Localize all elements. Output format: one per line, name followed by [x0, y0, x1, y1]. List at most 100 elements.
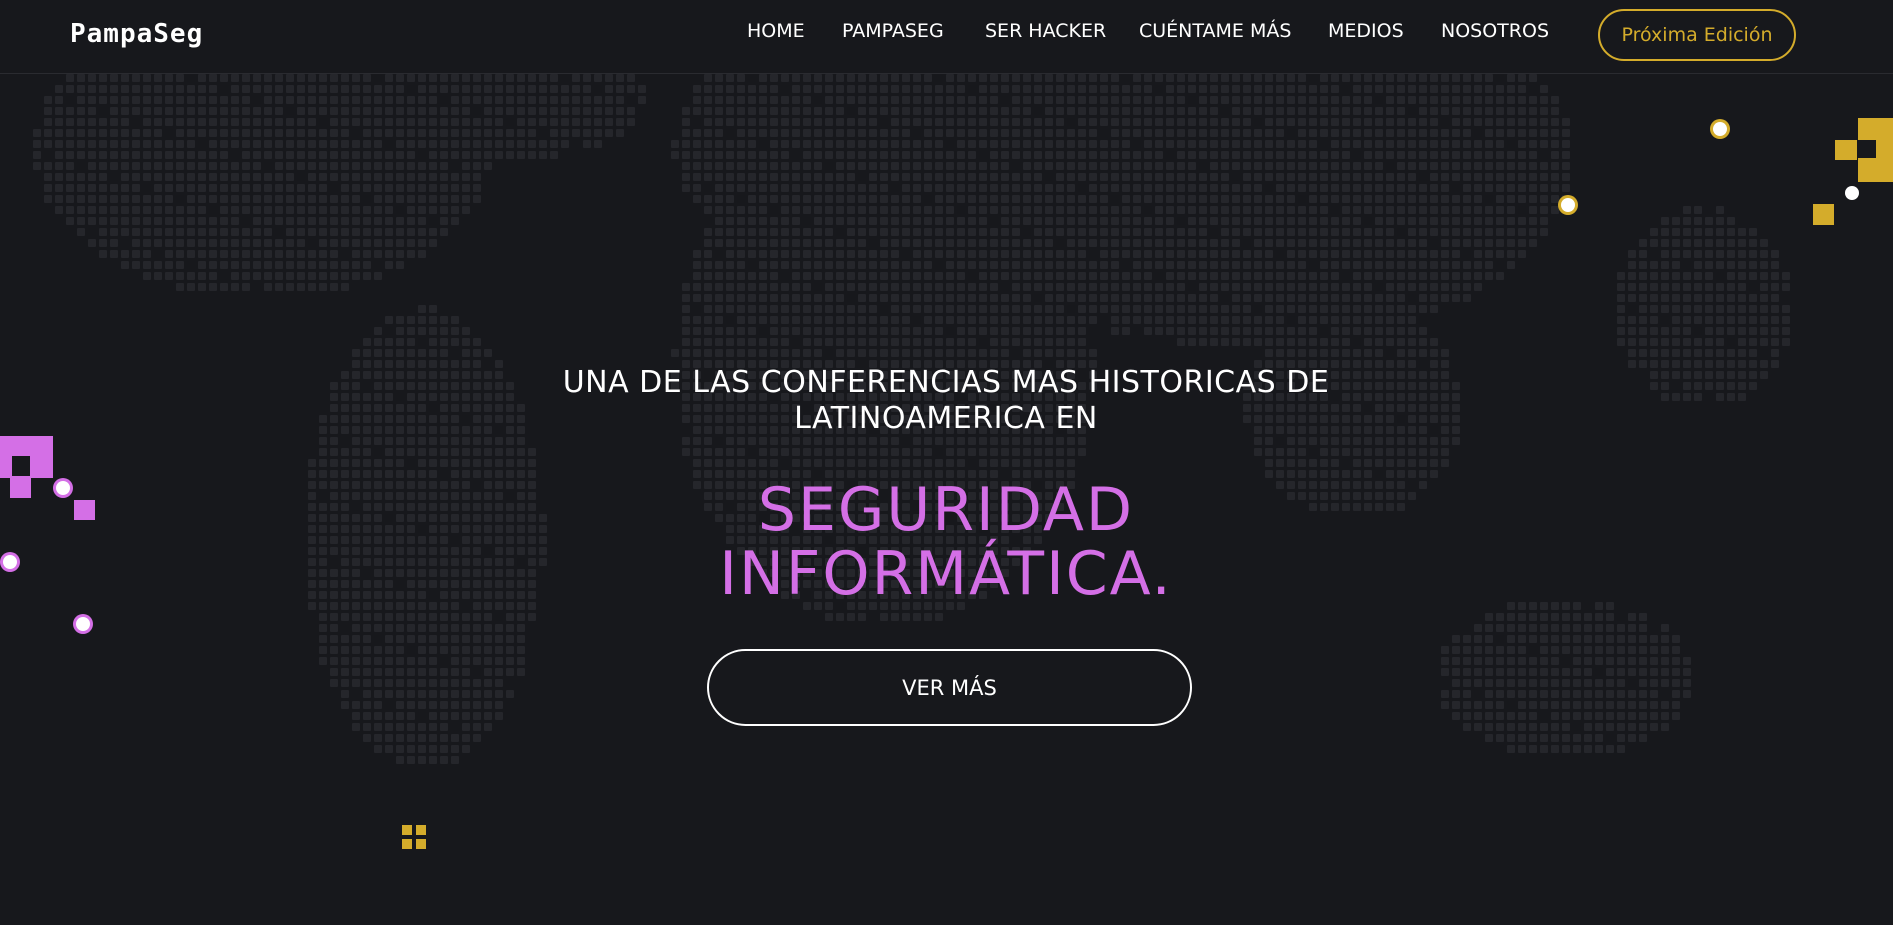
map-dot [418, 558, 426, 566]
map-dot [1342, 261, 1350, 269]
map-dot [1155, 129, 1163, 137]
map-dot [374, 690, 382, 698]
map-dot [1309, 173, 1317, 181]
map-dot [352, 118, 360, 126]
map-dot [748, 239, 756, 247]
map-dot [66, 184, 74, 192]
map-dot [1628, 316, 1636, 324]
map-dot [693, 448, 701, 456]
map-dot [1045, 448, 1053, 456]
map-dot [330, 591, 338, 599]
map-dot [814, 118, 822, 126]
map-dot [1331, 448, 1339, 456]
map-dot [1562, 140, 1570, 148]
map-dot [1386, 140, 1394, 148]
map-dot [1166, 118, 1174, 126]
map-dot [935, 162, 943, 170]
map-dot [429, 371, 437, 379]
map-dot [1661, 371, 1669, 379]
map-dot [836, 250, 844, 258]
map-dot [374, 228, 382, 236]
map-dot [1122, 140, 1130, 148]
map-dot [418, 646, 426, 654]
map-dot [374, 492, 382, 500]
map-dot [759, 228, 767, 236]
map-dot [110, 250, 118, 258]
map-dot [792, 140, 800, 148]
map-dot [1276, 338, 1284, 346]
map-dot [572, 129, 580, 137]
map-dot [1188, 272, 1196, 280]
map-dot [1034, 96, 1042, 104]
map-dot [1221, 118, 1229, 126]
map-dot [506, 448, 514, 456]
map-dot [825, 613, 833, 621]
map-dot [1474, 85, 1482, 93]
map-dot [1452, 96, 1460, 104]
map-dot [902, 140, 910, 148]
map-dot [1287, 459, 1295, 467]
map-dot [385, 503, 393, 511]
map-dot [1452, 173, 1460, 181]
map-dot [869, 272, 877, 280]
map-dot [99, 129, 107, 137]
map-dot [924, 239, 932, 247]
site-logo[interactable]: PampaSeg [70, 19, 203, 49]
map-dot [825, 261, 833, 269]
map-dot [1716, 283, 1724, 291]
see-more-button[interactable]: VER MÁS [707, 649, 1192, 726]
map-dot [1045, 96, 1053, 104]
map-dot [1452, 239, 1460, 247]
map-dot [1298, 184, 1306, 192]
map-dot [1265, 316, 1273, 324]
map-dot [1243, 140, 1251, 148]
map-dot [748, 459, 756, 467]
map-dot [781, 228, 789, 236]
map-dot [1595, 646, 1603, 654]
map-dot [1342, 217, 1350, 225]
map-dot [1023, 283, 1031, 291]
map-dot [363, 360, 371, 368]
nav-item-cuentame-mas[interactable]: CUÉNTAME MÁS [1139, 20, 1291, 42]
map-dot [407, 217, 415, 225]
map-dot [1133, 96, 1141, 104]
map-dot [1265, 107, 1273, 115]
map-dot [1177, 195, 1185, 203]
map-dot [935, 338, 943, 346]
map-dot [1628, 657, 1636, 665]
nav-item-home[interactable]: HOME [747, 20, 805, 42]
map-dot [1562, 690, 1570, 698]
map-dot [693, 349, 701, 357]
map-dot [352, 151, 360, 159]
map-dot [1386, 129, 1394, 137]
map-dot [341, 569, 349, 577]
map-dot [264, 195, 272, 203]
map-dot [759, 206, 767, 214]
map-dot [825, 294, 833, 302]
map-dot [1287, 74, 1295, 82]
map-dot [319, 503, 327, 511]
map-dot [847, 206, 855, 214]
next-edition-button[interactable]: Próxima Edición [1598, 9, 1796, 61]
map-dot [1430, 261, 1438, 269]
nav-item-nosotros[interactable]: NOSOTROS [1441, 20, 1549, 42]
map-dot [1397, 107, 1405, 115]
map-dot [385, 602, 393, 610]
map-dot [495, 635, 503, 643]
map-dot [1375, 459, 1383, 467]
nav-item-ser-hacker[interactable]: SER HACKER [985, 20, 1106, 42]
map-dot [275, 129, 283, 137]
map-dot [286, 96, 294, 104]
map-dot [748, 437, 756, 445]
map-dot [836, 173, 844, 181]
nav-item-medios[interactable]: MEDIOS [1328, 20, 1404, 42]
map-dot [968, 448, 976, 456]
map-dot [1518, 107, 1526, 115]
map-dot [1672, 283, 1680, 291]
map-dot [1188, 162, 1196, 170]
nav-item-pampaseg[interactable]: PAMPASEG [842, 20, 944, 42]
map-dot [407, 393, 415, 401]
map-dot [374, 481, 382, 489]
map-dot [902, 338, 910, 346]
map-dot [583, 85, 591, 93]
